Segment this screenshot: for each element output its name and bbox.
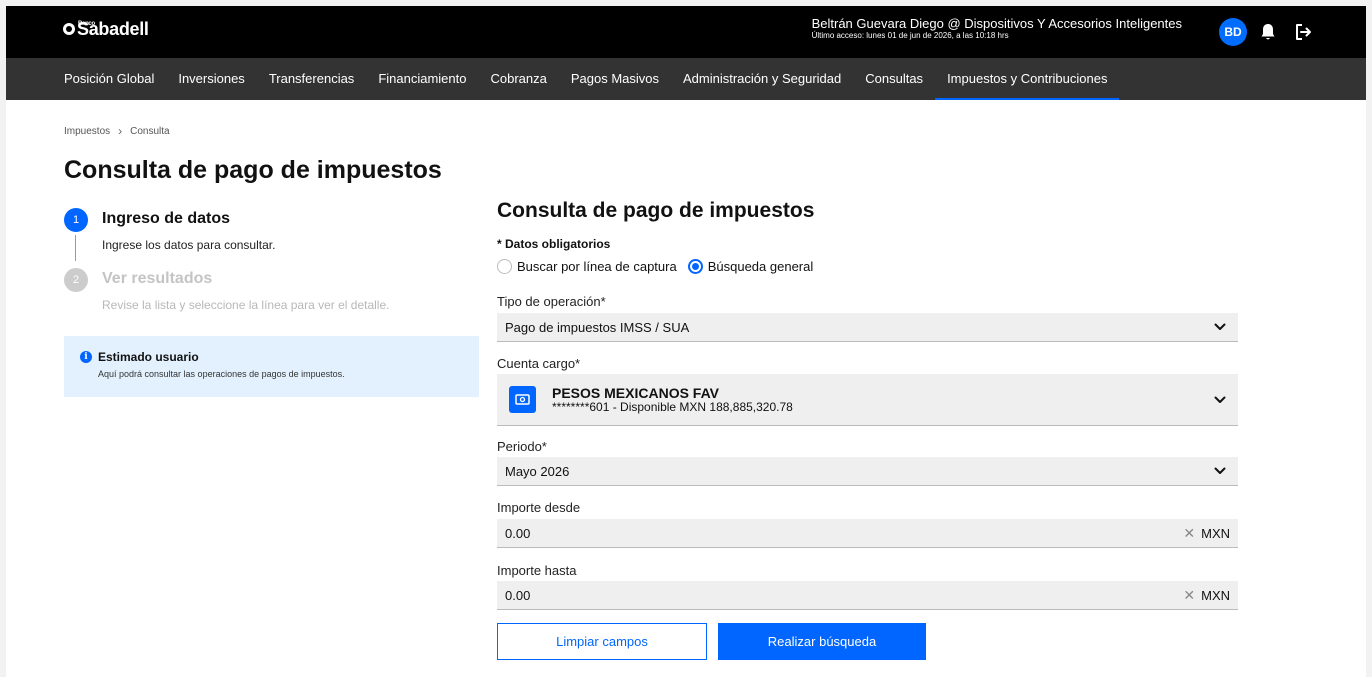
step-description: Ingrese los datos para consultar. [102,238,276,252]
required-note: * Datos obligatorios [497,237,611,251]
last-access: Último acceso: lunes 01 de jun de 2026, … [811,31,1009,40]
info-title: Estimado usuario [98,350,199,364]
chevron-down-icon [1214,467,1226,474]
amount-to-input[interactable]: 0.00 ✕ MXN [497,581,1238,610]
account-name: PESOS MEXICANOS FAV [552,384,719,401]
chevron-right-icon: › [118,124,123,138]
user-info: Beltrán Guevara Diego @ Dispositivos Y A… [812,16,1182,41]
step-title: Ver resultados [102,270,213,287]
account-detail: ********601 - Disponible MXN 188,885,320… [552,399,793,414]
nav-posicion-global[interactable]: Posición Global [64,58,154,100]
currency-label: MXN [1201,525,1230,541]
amount-from-value: 0.00 [505,525,531,541]
amount-from-suffix: ✕ MXN [1183,519,1230,547]
nav-cobranza[interactable]: Cobranza [490,58,546,100]
search-mode-group: Buscar por línea de captura Búsqueda gen… [497,259,824,274]
clear-icon[interactable]: ✕ [1183,587,1195,604]
currency-label: MXN [1201,587,1230,603]
amount-from-label: Importe desde [497,500,581,515]
nav-pagos-masivos[interactable]: Pagos Masivos [571,58,659,100]
bell-icon[interactable] [1256,20,1280,44]
chevron-down-icon [1214,396,1226,403]
period-label: Periodo* [497,439,547,454]
avatar[interactable]: BD [1219,18,1247,46]
logo-mark-icon [63,23,75,35]
breadcrumb-impuestos[interactable]: Impuestos [64,126,110,137]
breadcrumb-consulta: Consulta [130,125,170,137]
operation-type-value: Pago de impuestos IMSS / SUA [505,319,690,335]
operation-type-select[interactable]: Pago de impuestos IMSS / SUA [497,313,1238,342]
amount-to-suffix: ✕ MXN [1183,581,1230,609]
step-number: 1 [64,208,88,232]
period-select[interactable]: Mayo 2026 [497,457,1238,486]
step-connector [75,235,76,261]
operation-type-label: Tipo de operación* [497,294,606,309]
radio-label-busqueda-general[interactable]: Búsqueda general [708,259,814,274]
nav-financiamiento[interactable]: Financiamiento [378,58,466,100]
step-title: Ingreso de datos [102,210,231,227]
nav-impuestos-contribuciones[interactable]: Impuestos y Contribuciones [935,58,1120,100]
amount-to-label: Importe hasta [497,563,577,578]
period-value: Mayo 2026 [505,463,570,479]
radio-linea-captura[interactable] [497,259,512,274]
info-box: i Estimado usuario Aquí podrá consultar … [64,336,479,397]
clear-fields-button[interactable]: Limpiar campos [497,623,707,660]
banknote-icon [509,386,536,413]
radio-busqueda-general[interactable] [687,259,703,274]
top-bar: Banco Sabadell Beltrán Guevara Diego @ D… [6,6,1366,58]
nav-consultas[interactable]: Consultas [865,58,923,100]
clear-icon[interactable]: ✕ [1183,525,1195,542]
app-frame: Banco Sabadell Beltrán Guevara Diego @ D… [6,6,1366,677]
page-title: Consulta de pago de impuestos [64,156,442,184]
step-number: 2 [64,268,88,292]
info-text: Aquí podrá consultar las operaciones de … [98,369,345,379]
info-icon: i [80,351,92,363]
form-title: Consulta de pago de impuestos [497,199,815,222]
search-button[interactable]: Realizar búsqueda [718,623,926,660]
chevron-down-icon [1214,323,1226,330]
amount-from-input[interactable]: 0.00 ✕ MXN [497,519,1238,548]
sabadell-logo[interactable]: Banco Sabadell [63,18,149,40]
account-select[interactable]: PESOS MEXICANOS FAV ********601 - Dispon… [497,374,1238,426]
breadcrumb: Impuestos › Consulta [64,124,170,138]
account-label: Cuenta cargo* [497,356,581,371]
logo-sup-text: Banco [78,21,95,27]
logout-icon[interactable] [1291,20,1315,44]
nav-transferencias[interactable]: Transferencias [269,58,355,100]
user-name: Beltrán Guevara Diego @ Dispositivos Y A… [811,16,1182,31]
nav-administracion-seguridad[interactable]: Administración y Seguridad [683,58,841,100]
amount-to-value: 0.00 [505,587,531,603]
main-nav: Posición Global Inversiones Transferenci… [6,58,1366,100]
step-description: Revise la lista y seleccione la línea pa… [102,298,390,312]
nav-inversiones[interactable]: Inversiones [178,58,244,100]
radio-label-linea-captura[interactable]: Buscar por línea de captura [517,259,677,274]
